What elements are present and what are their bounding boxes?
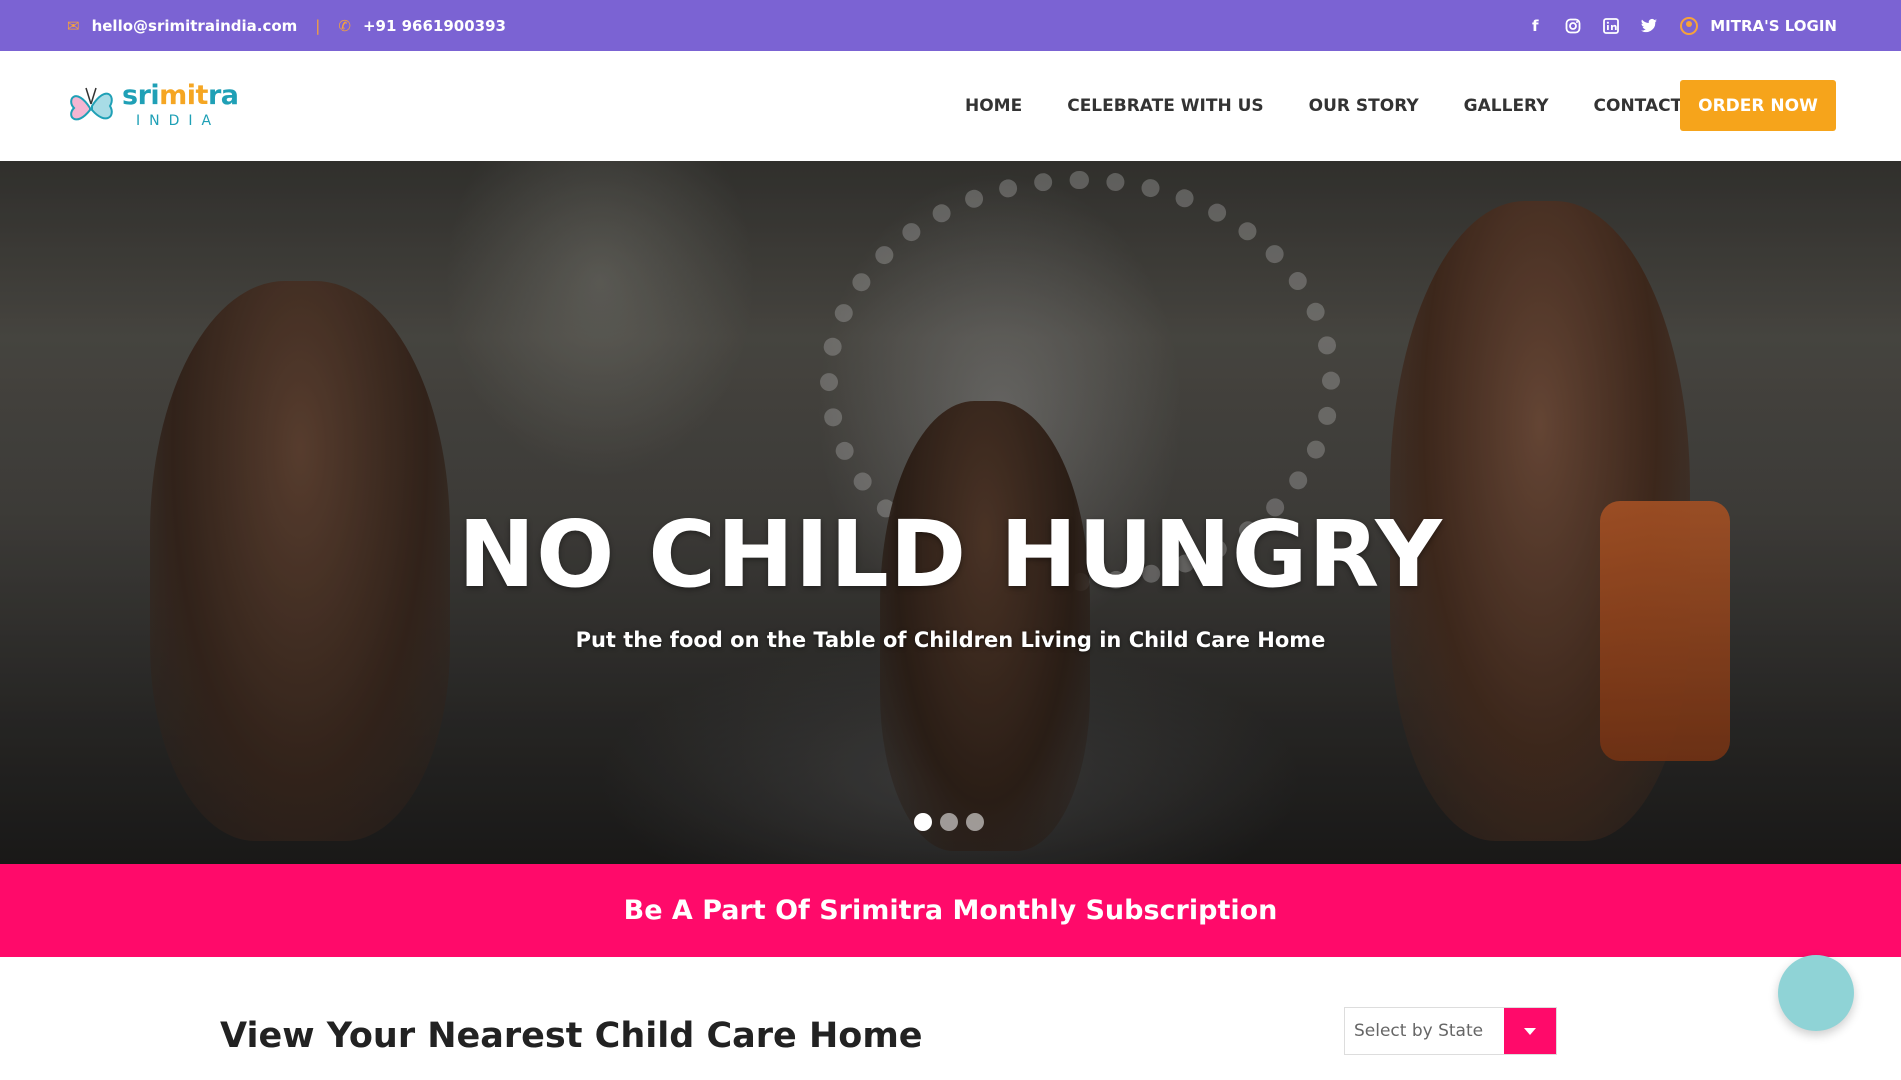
slider-dot-3[interactable] xyxy=(966,813,984,831)
site-logo[interactable]: srimitra INDIA xyxy=(66,80,239,134)
top-bar: ✉ hello@srimitraindia.com | ✆ +91 966190… xyxy=(0,0,1901,51)
butterfly-icon xyxy=(70,87,113,121)
site-header: srimitra INDIA HOME CELEBRATE WITH US OU… xyxy=(0,51,1901,161)
hero-title: NO CHILD HUNGRY xyxy=(458,501,1443,608)
user-icon xyxy=(1680,16,1699,35)
state-select-value: Select by State xyxy=(1354,1021,1484,1041)
hero-slider: NO CHILD HUNGRY Put the food on the Tabl… xyxy=(0,161,1901,864)
nav-gallery[interactable]: GALLERY xyxy=(1464,96,1549,116)
caret-down-icon xyxy=(1524,1027,1536,1035)
hero-tagline: Put the food on the Table of Children Li… xyxy=(575,628,1326,652)
logo-wordmark: srimitra xyxy=(122,80,239,111)
state-select[interactable]: Select by State xyxy=(1344,1007,1557,1055)
subscription-banner[interactable]: Be A Part Of Srimitra Monthly Subscripti… xyxy=(0,864,1901,957)
slider-dot-1[interactable] xyxy=(914,813,932,831)
phone-icon: ✆ xyxy=(338,16,351,35)
login-label: MITRA'S LOGIN xyxy=(1710,16,1837,35)
state-select-toggle[interactable] xyxy=(1504,1008,1556,1054)
main-nav: HOME CELEBRATE WITH US OUR STORY GALLERY… xyxy=(965,51,1727,161)
twitter-icon[interactable] xyxy=(1638,15,1660,37)
phone-link[interactable]: +91 9661900393 xyxy=(363,17,506,35)
email-link[interactable]: hello@srimitraindia.com xyxy=(92,17,298,35)
social-links: f MITRA'S LOGIN xyxy=(1508,0,1837,51)
separator: | xyxy=(315,16,321,35)
chat-widget-button[interactable] xyxy=(1778,955,1854,1031)
facebook-icon[interactable]: f xyxy=(1524,15,1546,37)
order-now-button[interactable]: ORDER NOW xyxy=(1680,80,1836,131)
nav-home[interactable]: HOME xyxy=(965,96,1022,116)
login-link[interactable]: MITRA'S LOGIN xyxy=(1680,16,1837,35)
logo-subtitle: INDIA xyxy=(136,113,221,129)
linkedin-icon[interactable] xyxy=(1600,15,1622,37)
instagram-icon[interactable] xyxy=(1562,15,1584,37)
mail-icon: ✉ xyxy=(67,16,80,35)
nav-our-story[interactable]: OUR STORY xyxy=(1309,96,1419,116)
section-title: View Your Nearest Child Care Home xyxy=(220,1016,923,1056)
slider-dot-2[interactable] xyxy=(940,813,958,831)
slider-dots xyxy=(914,813,992,831)
nav-celebrate-with-us[interactable]: CELEBRATE WITH US xyxy=(1067,96,1263,116)
nav-contact[interactable]: CONTACT xyxy=(1594,96,1683,116)
contact-info: ✉ hello@srimitraindia.com | ✆ +91 966190… xyxy=(67,0,506,51)
